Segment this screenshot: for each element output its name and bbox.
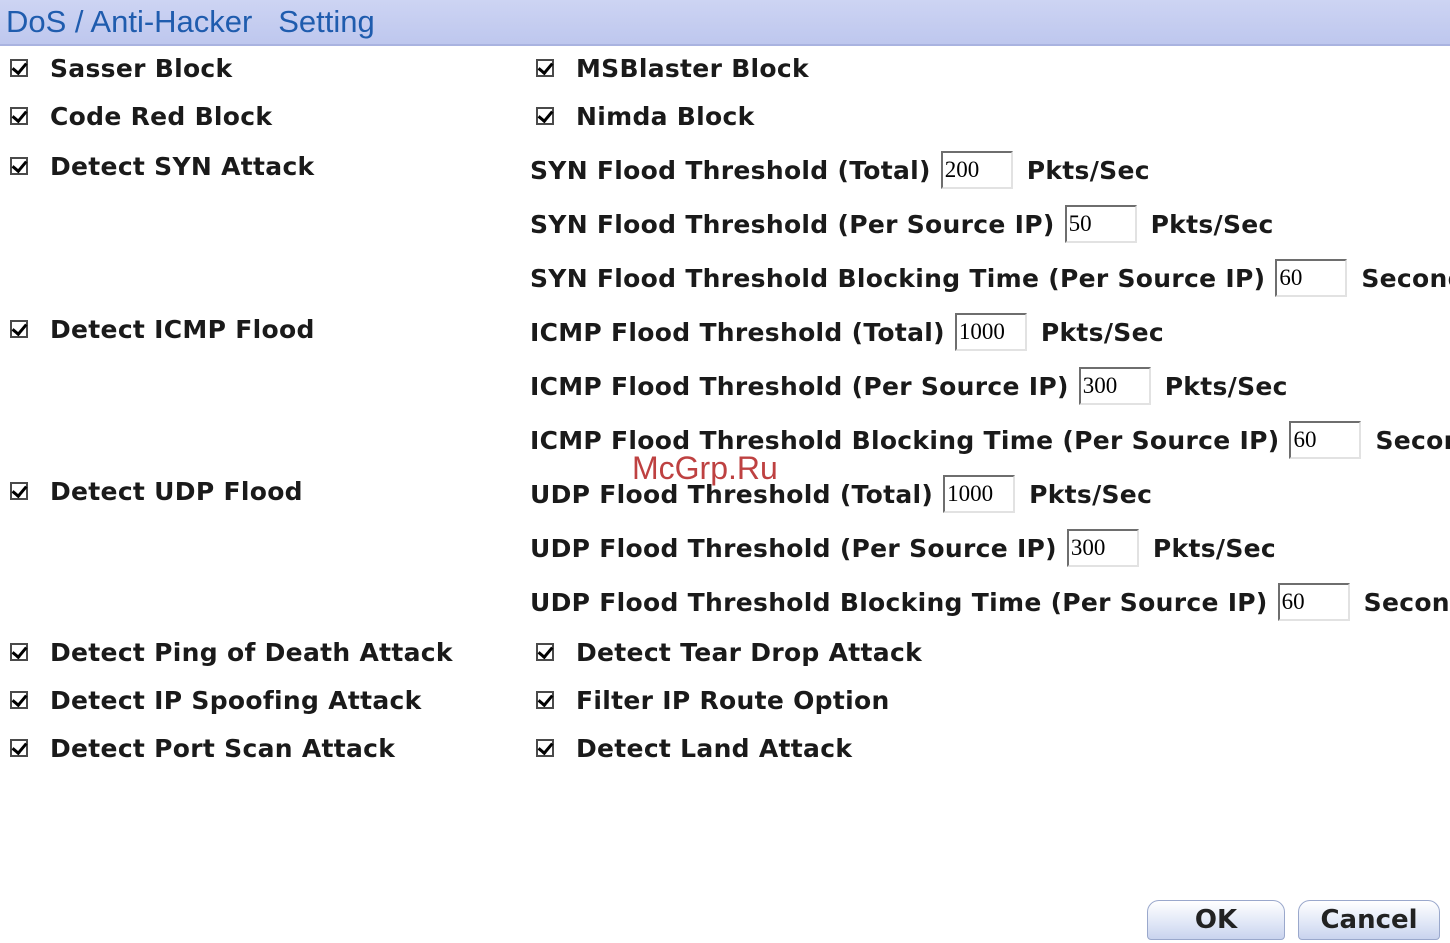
option-filter-ip-route[interactable]: Filter IP Route Option — [536, 683, 890, 717]
threshold-udp-per-source: UDP Flood Threshold (Per Source IP) Pkts… — [530, 526, 1286, 570]
threshold-unit: Pkts/Sec — [1040, 317, 1164, 347]
option-detect-icmp-flood[interactable]: Detect ICMP Flood — [10, 312, 315, 346]
option-label: MSBlaster Block — [576, 53, 809, 83]
threshold-icmp-total: ICMP Flood Threshold (Total) Pkts/Sec — [530, 310, 1174, 354]
option-label: Detect Port Scan Attack — [50, 733, 396, 763]
option-label: Detect UDP Flood — [50, 476, 303, 506]
option-detect-port-scan[interactable]: Detect Port Scan Attack — [10, 731, 395, 765]
option-label: Detect IP Spoofing Attack — [50, 685, 422, 715]
checkbox[interactable] — [536, 643, 554, 661]
option-label: Detect Land Attack — [576, 733, 853, 763]
ok-button[interactable]: OK — [1147, 900, 1285, 940]
threshold-unit: Pkts/Sec — [1150, 209, 1274, 239]
option-label: Sasser Block — [50, 53, 233, 83]
threshold-icmp-blocking-time: ICMP Flood Threshold Blocking Time (Per … — [530, 418, 1450, 462]
checkbox[interactable] — [10, 482, 28, 500]
threshold-input[interactable] — [943, 475, 1016, 513]
option-nimda-block[interactable]: Nimda Block — [536, 99, 755, 133]
threshold-label: UDP Flood Threshold Blocking Time (Per S… — [530, 587, 1268, 617]
threshold-label: ICMP Flood Threshold (Per Source IP) — [530, 371, 1069, 401]
checkbox[interactable] — [10, 59, 28, 77]
threshold-label: UDP Flood Threshold (Per Source IP) — [530, 533, 1057, 563]
option-detect-ip-spoofing[interactable]: Detect IP Spoofing Attack — [10, 683, 422, 717]
checkbox[interactable] — [536, 691, 554, 709]
checkbox[interactable] — [10, 643, 28, 661]
threshold-unit: Pkts/Sec — [1152, 533, 1276, 563]
threshold-udp-total: UDP Flood Threshold (Total) Pkts/Sec — [530, 472, 1162, 516]
option-label: Detect Ping of Death Attack — [50, 637, 453, 667]
option-label: Detect SYN Attack — [50, 151, 315, 181]
threshold-udp-blocking-time: UDP Flood Threshold Blocking Time (Per S… — [530, 580, 1450, 624]
threshold-unit: Pkts/Sec — [1029, 479, 1153, 509]
threshold-label: ICMP Flood Threshold (Total) — [530, 317, 945, 347]
threshold-unit: Seconds — [1375, 425, 1450, 455]
threshold-syn-total: SYN Flood Threshold (Total) Pkts/Sec — [530, 148, 1160, 192]
threshold-label: UDP Flood Threshold (Total) — [530, 479, 934, 509]
option-detect-syn-attack[interactable]: Detect SYN Attack — [10, 149, 315, 183]
option-detect-land-attack[interactable]: Detect Land Attack — [536, 731, 852, 765]
cancel-button[interactable]: Cancel — [1298, 900, 1440, 940]
option-detect-tear-drop[interactable]: Detect Tear Drop Attack — [536, 635, 922, 669]
threshold-input[interactable] — [1064, 205, 1137, 243]
threshold-label: SYN Flood Threshold Blocking Time (Per S… — [530, 263, 1266, 293]
threshold-unit: Seconds — [1361, 263, 1450, 293]
threshold-unit: Pkts/Sec — [1026, 155, 1150, 185]
option-label: Filter IP Route Option — [576, 685, 890, 715]
checkbox[interactable] — [10, 107, 28, 125]
threshold-syn-per-source: SYN Flood Threshold (Per Source IP) Pkts… — [530, 202, 1284, 246]
option-label: Detect Tear Drop Attack — [576, 637, 922, 667]
checkbox[interactable] — [10, 157, 28, 175]
threshold-label: SYN Flood Threshold (Per Source IP) — [530, 209, 1055, 239]
checkbox[interactable] — [536, 59, 554, 77]
checkbox[interactable] — [536, 739, 554, 757]
threshold-input[interactable] — [1289, 421, 1362, 459]
threshold-unit: Seconds — [1363, 587, 1450, 617]
option-label: Detect ICMP Flood — [50, 314, 315, 344]
checkbox[interactable] — [10, 320, 28, 338]
option-code-red-block[interactable]: Code Red Block — [10, 99, 272, 133]
threshold-input[interactable] — [1066, 529, 1139, 567]
threshold-icmp-per-source: ICMP Flood Threshold (Per Source IP) Pkt… — [530, 364, 1298, 408]
threshold-input[interactable] — [954, 313, 1027, 351]
threshold-input[interactable] — [1277, 583, 1350, 621]
checkbox[interactable] — [10, 691, 28, 709]
threshold-unit: Pkts/Sec — [1164, 371, 1288, 401]
checkbox[interactable] — [536, 107, 554, 125]
option-sasser-block[interactable]: Sasser Block — [10, 51, 232, 85]
checkbox[interactable] — [10, 739, 28, 757]
threshold-syn-blocking-time: SYN Flood Threshold Blocking Time (Per S… — [530, 256, 1450, 300]
option-detect-ping-of-death[interactable]: Detect Ping of Death Attack — [10, 635, 453, 669]
threshold-input[interactable] — [1275, 259, 1348, 297]
option-label: Nimda Block — [576, 101, 755, 131]
threshold-input[interactable] — [1078, 367, 1151, 405]
threshold-label: ICMP Flood Threshold Blocking Time (Per … — [530, 425, 1280, 455]
option-msblaster-block[interactable]: MSBlaster Block — [536, 51, 809, 85]
page-title: DoS / Anti-Hacker Setting — [6, 4, 375, 39]
option-detect-udp-flood[interactable]: Detect UDP Flood — [10, 474, 303, 508]
header-bar: DoS / Anti-Hacker Setting — [0, 0, 1450, 46]
threshold-label: SYN Flood Threshold (Total) — [530, 155, 931, 185]
threshold-input[interactable] — [940, 151, 1013, 189]
option-label: Code Red Block — [50, 101, 273, 131]
